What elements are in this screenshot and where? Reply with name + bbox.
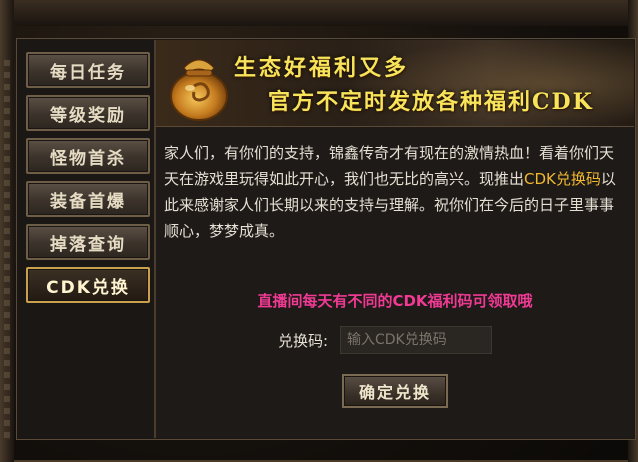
redeem-code-input[interactable] xyxy=(340,326,492,354)
cdk-description: 家人们，有你们的支持，锦鑫传奇才有现在的激情热血！看着你们天天在游戏里玩得如此开… xyxy=(164,140,626,244)
content-area: 生态好福利又多 官方不定时发放各种福利CDK 家人们，有你们的支持，锦鑫传奇才有… xyxy=(156,40,634,438)
redeem-code-label: 兑换码: xyxy=(278,332,329,350)
sidebar: 每日任务 等级奖励 怪物首杀 装备首爆 掉落查询 CDK兑换 xyxy=(22,44,154,436)
confirm-redeem-label: 确定兑换 xyxy=(358,383,431,402)
cdk-highlight: CDK兑换码 xyxy=(524,170,601,188)
sidebar-item-label: 等级奖励 xyxy=(50,105,126,126)
banner-subtitle: 官方不定时发放各种福利CDK xyxy=(268,89,594,115)
sidebar-item-drop-query[interactable]: 掉落查询 xyxy=(26,224,150,260)
sidebar-item-label: 每日任务 xyxy=(50,62,126,83)
sidebar-item-equipment-first-drop[interactable]: 装备首爆 xyxy=(26,181,150,217)
sidebar-item-label: 装备首爆 xyxy=(50,191,126,212)
sidebar-item-monster-first-kill[interactable]: 怪物首杀 xyxy=(26,138,150,174)
frame-left-border xyxy=(0,0,14,462)
sidebar-item-level-rewards[interactable]: 等级奖励 xyxy=(26,95,150,131)
sidebar-item-label: 怪物首杀 xyxy=(50,148,126,169)
live-stream-note: 直播间每天有不同的CDK福利码可领取哦 xyxy=(257,292,533,310)
sidebar-item-cdk-redeem[interactable]: CDK兑换 xyxy=(26,267,150,303)
sidebar-item-label: 掉落查询 xyxy=(50,234,126,255)
banner-title: 生态好福利又多 xyxy=(234,55,410,81)
sidebar-item-daily-tasks[interactable]: 每日任务 xyxy=(26,52,150,88)
frame-top-border xyxy=(0,0,638,26)
confirm-redeem-button[interactable]: 确定兑换 xyxy=(342,374,448,408)
sidebar-item-label: CDK兑换 xyxy=(46,277,130,298)
treasure-bag-icon xyxy=(170,59,228,121)
promo-banner: 生态好福利又多 官方不定时发放各种福利CDK xyxy=(156,40,634,127)
